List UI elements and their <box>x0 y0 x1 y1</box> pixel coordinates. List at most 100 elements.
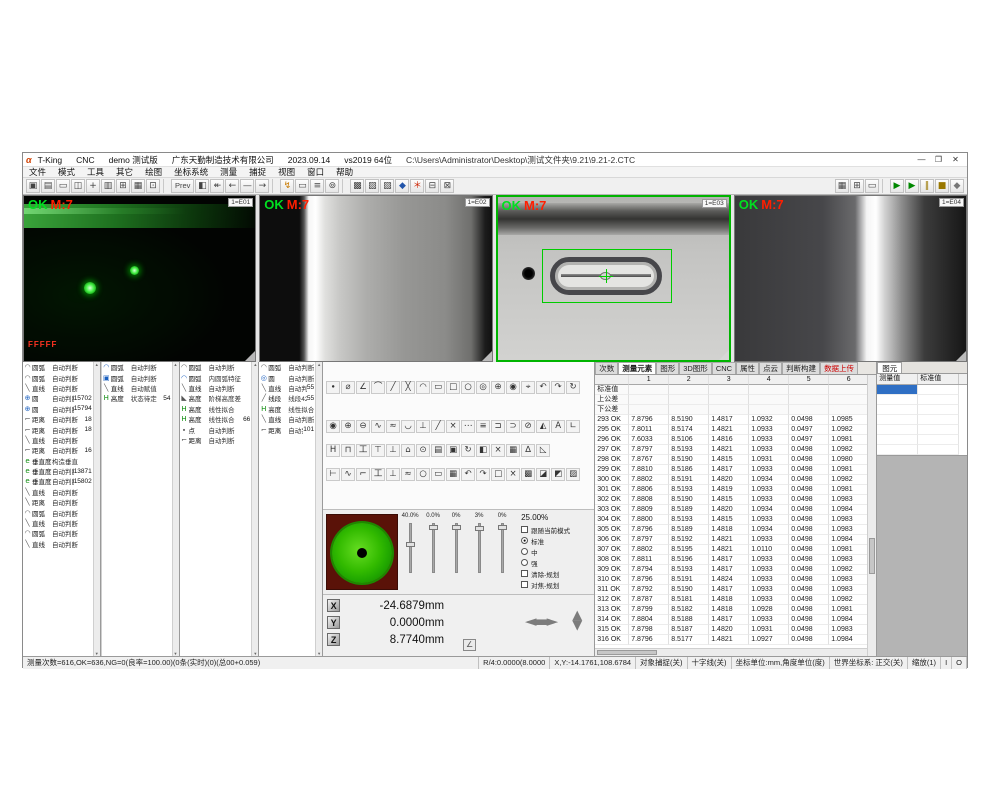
run-all-icon[interactable]: ▶ <box>905 179 919 193</box>
feature-row[interactable]: ◠圆弧自动判断 <box>23 528 93 538</box>
tool-icon[interactable]: ◠ <box>416 381 430 394</box>
tool-icon[interactable]: □ <box>491 468 505 481</box>
table-row[interactable]: 299 OK7.88108.51861.48171.09330.04981.09… <box>595 465 867 475</box>
feature-row[interactable]: ╲直线自动判断 <box>23 383 93 393</box>
layout-icon[interactable]: ⊞ <box>116 179 130 193</box>
table-row[interactable]: 301 OK7.88068.51931.48191.09330.04981.09… <box>595 485 867 495</box>
feature-row[interactable]: ⌐距离自动判断 <box>180 435 252 445</box>
feature-row[interactable]: e垂直度构造垂直 <box>23 456 93 466</box>
tool-icon[interactable]: 工 <box>371 468 385 481</box>
tool-icon[interactable]: ↻ <box>461 444 475 457</box>
list-icon[interactable]: ≡ <box>310 179 324 193</box>
table-row[interactable]: 316 OK7.87968.51771.48211.09270.04981.09… <box>595 635 867 645</box>
checkbox-icon[interactable] <box>521 581 528 588</box>
tool-icon[interactable]: ⊤ <box>371 444 385 457</box>
tool-icon[interactable]: ▦ <box>446 468 460 481</box>
table-row[interactable]: 308 OK7.88118.51961.48171.09330.04981.09… <box>595 555 867 565</box>
status-segment[interactable]: 坐标单位:mm,角度单位(度) <box>732 657 830 669</box>
tool-icon[interactable]: ≈ <box>386 420 400 433</box>
tool-icon[interactable]: ◉ <box>326 420 340 433</box>
lightning-icon[interactable]: ↯ <box>280 179 294 193</box>
feature-row[interactable]: ⌐距离自动判断101 <box>259 424 315 434</box>
tool-icon[interactable]: ∆ <box>521 444 535 457</box>
light-option[interactable]: ●标准 <box>521 535 593 546</box>
feature-row[interactable]: ⌐距离自动判断16 <box>23 445 93 455</box>
tool-icon[interactable]: 工 <box>356 444 370 457</box>
table-tab-属性[interactable]: 属性 <box>736 362 759 374</box>
tool-icon[interactable]: ↻ <box>566 381 580 394</box>
tool-icon[interactable]: ▨ <box>566 468 580 481</box>
tool-icon[interactable]: ⌖ <box>521 381 535 394</box>
status-segment[interactable]: R/4:0.0000(8.0000 <box>479 657 550 669</box>
hatch-icon[interactable]: ▨ <box>365 179 379 193</box>
tool-icon[interactable]: ▭ <box>431 468 445 481</box>
feature-row[interactable]: ◠圆弧自动判断 <box>23 372 93 382</box>
table-tab-次数[interactable]: 次数 <box>595 362 618 374</box>
table-row[interactable]: 302 OK7.88088.51901.48151.09330.04981.09… <box>595 495 867 505</box>
table-icon[interactable]: ▦ <box>131 179 145 193</box>
feature-row[interactable]: ╲直线自动判断 <box>23 518 93 528</box>
tool-icon[interactable]: ◉ <box>506 381 520 394</box>
tool-icon[interactable]: ↶ <box>536 381 550 394</box>
feature-row[interactable]: ◠圆弧内圆弧特征 <box>180 372 252 382</box>
open-icon[interactable]: ▤ <box>41 179 55 193</box>
mini-row[interactable] <box>877 405 967 415</box>
maximize-button[interactable]: ❐ <box>930 153 947 166</box>
table-row[interactable]: 297 OK7.87978.51931.48211.09330.04981.09… <box>595 445 867 455</box>
standard-column-header[interactable]: 标准值 <box>918 374 959 384</box>
menu-item-帮助[interactable]: 帮助 <box>330 167 359 177</box>
vertical-scrollbar[interactable] <box>867 375 876 656</box>
camera-view-3-selected[interactable]: OK M:7 1=E03 <box>496 195 731 362</box>
feature-row[interactable]: ◠圆弧自动判断 <box>259 362 315 372</box>
tool-icon[interactable]: ⊥ <box>386 444 400 457</box>
add-icon[interactable]: + <box>86 179 100 193</box>
tool-icon[interactable]: ⌒ <box>371 381 385 394</box>
light-option[interactable]: 清除-规划 <box>521 568 593 579</box>
pattern-icon[interactable]: ▩ <box>350 179 364 193</box>
table-row[interactable]: 293 OK7.87968.51901.48171.09320.04981.09… <box>595 415 867 425</box>
menu-item-视图[interactable]: 视图 <box>272 167 301 177</box>
slider-track[interactable] <box>455 523 458 573</box>
z-jog-button[interactable]: ∠ <box>463 639 476 651</box>
scrollbar-thumb[interactable] <box>869 538 875 574</box>
feature-row[interactable]: ◎圆自动判断 <box>259 372 315 382</box>
light-ring-icon[interactable] <box>332 523 392 583</box>
measured-column-header[interactable]: 测量值 <box>877 374 918 384</box>
right-arrow-icon[interactable]: → <box>255 179 269 193</box>
x-axis-icon[interactable]: X <box>327 599 340 612</box>
tool-icon[interactable]: ◧ <box>476 444 490 457</box>
tool-icon[interactable]: H <box>326 444 340 457</box>
slider-track[interactable] <box>409 523 412 573</box>
radio-icon[interactable] <box>521 548 528 555</box>
stop-icon[interactable]: ■ <box>935 179 949 193</box>
table-tab-判断构建[interactable]: 判断构建 <box>782 362 820 374</box>
menu-item-绘图[interactable]: 绘图 <box>139 167 168 177</box>
feature-row[interactable]: ╲直线自动判断55 <box>259 383 315 393</box>
feature-row[interactable]: H高度线性拟合66 <box>180 414 252 424</box>
feature-row[interactable]: ╲直线自动赋值 <box>102 383 172 393</box>
tool-icon[interactable]: × <box>446 420 460 433</box>
status-segment[interactable]: 测量次数=616,OK=636,NG=0(良率=100.00)(0条(实时)(0… <box>23 657 479 669</box>
tool-icon[interactable]: ⋯ <box>461 420 475 433</box>
table-row[interactable]: 305 OK7.87968.51891.48181.09340.04981.09… <box>595 525 867 535</box>
feature-row[interactable]: ⊕圆自动判断15702 <box>23 393 93 403</box>
table-row[interactable]: 313 OK7.87998.51821.48181.09280.04981.09… <box>595 605 867 615</box>
list-scrollbar[interactable] <box>251 362 258 656</box>
menu-item-测量[interactable]: 测量 <box>214 167 243 177</box>
doc-icon[interactable]: ▭ <box>865 179 879 193</box>
table-row[interactable]: 306 OK7.87978.51921.48211.09330.04981.09… <box>595 535 867 545</box>
pause-icon[interactable]: ‖ <box>920 179 934 193</box>
feature-row[interactable]: H高度线性拟合 <box>180 404 252 414</box>
tool-icon[interactable]: ⌀ <box>341 381 355 394</box>
table-tab-测量元素[interactable]: 测量元素 <box>618 362 656 374</box>
feature-row[interactable]: ╲直线自动判断 <box>23 539 93 549</box>
camera-view-1[interactable]: OK M:7 1=E01 FFFFF <box>23 195 256 362</box>
list-scrollbar[interactable] <box>172 362 179 656</box>
feature-row[interactable]: e垂直度自动判断15802 <box>23 476 93 486</box>
settings-icon[interactable]: ◆ <box>950 179 964 193</box>
tool-icon[interactable]: ▣ <box>446 444 460 457</box>
table-row[interactable]: 304 OK7.88008.51931.48151.09330.04981.09… <box>595 515 867 525</box>
menu-item-文件[interactable]: 文件 <box>23 167 52 177</box>
tool-icon[interactable]: ◺ <box>536 444 550 457</box>
resize-handle-icon[interactable] <box>719 350 729 360</box>
